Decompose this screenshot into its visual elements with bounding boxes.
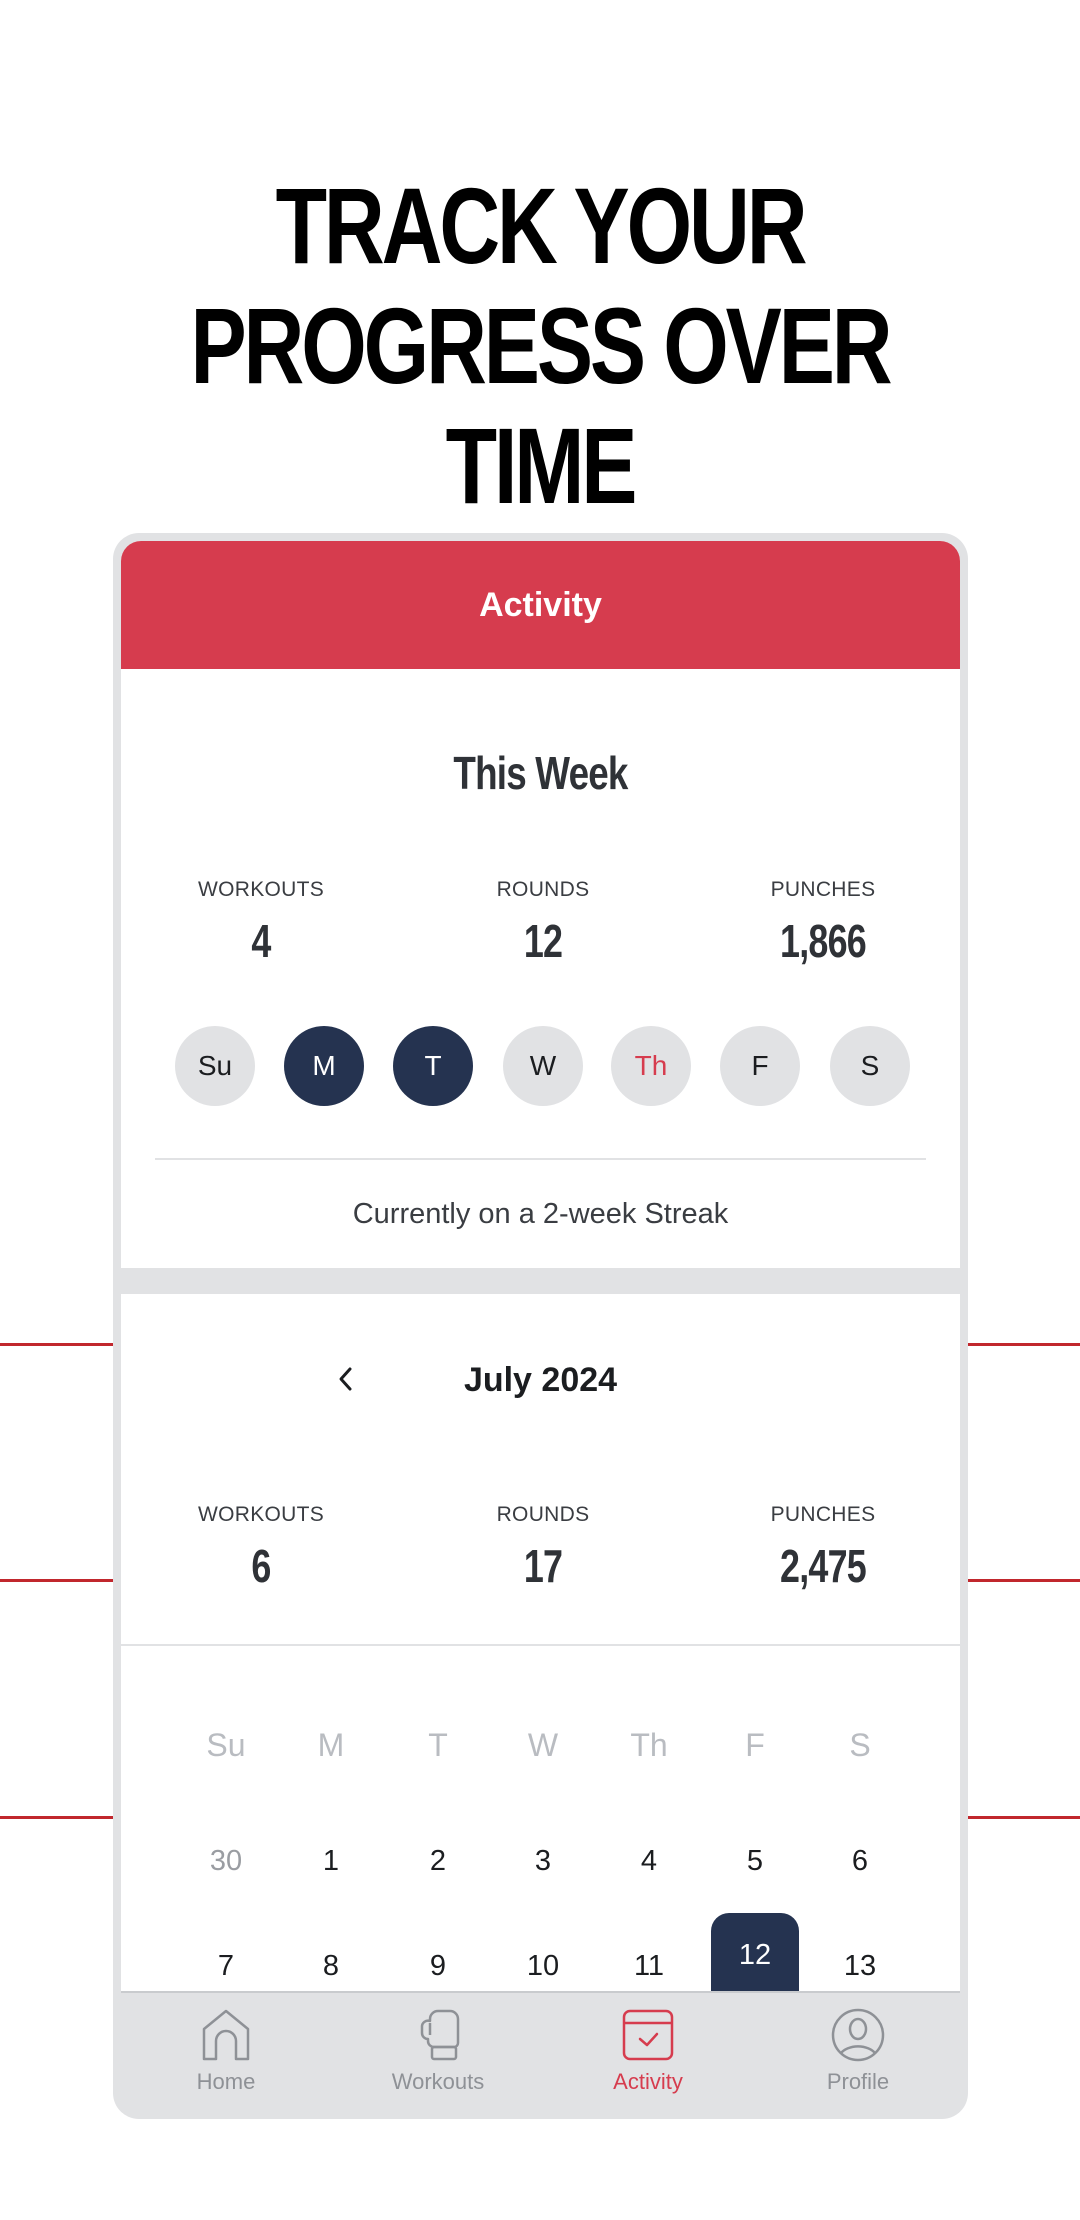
week-stat-label-workouts: WORKOUTS — [197, 878, 325, 901]
calendar-check-icon — [622, 2009, 674, 2061]
calendar-weekday-header: S — [849, 1727, 871, 1763]
week-stat-label-rounds: ROUNDS — [496, 878, 590, 901]
nav-profile[interactable]: Profile — [778, 2007, 938, 2103]
calendar-weekday-header: M — [317, 1727, 345, 1763]
week-day-4: Th — [611, 1026, 691, 1106]
app-header: Activity — [121, 541, 960, 669]
nav-label: Home — [196, 2069, 256, 2094]
calendar-day[interactable]: 30 — [182, 1822, 270, 1900]
this-week-title: This Week — [453, 747, 628, 799]
week-day-3: W — [503, 1026, 583, 1106]
week-day-6: S — [830, 1026, 910, 1106]
profile-icon — [831, 2008, 885, 2062]
week-divider — [155, 1158, 926, 1160]
calendar-day[interactable]: 3 — [499, 1822, 587, 1900]
calendar-day[interactable]: 6 — [816, 1822, 904, 1900]
week-stat-label-punches: PUNCHES — [770, 878, 876, 901]
week-stat-value-rounds: 12 — [523, 915, 563, 967]
app-screen: Activity This Week WORKOUTS ROUNDS PUNCH… — [121, 541, 960, 1991]
month-stat-value-punches: 2,475 — [780, 1540, 867, 1592]
calendar-day[interactable]: 5 — [711, 1822, 799, 1900]
week-day-5: F — [720, 1026, 800, 1106]
nav-label: Profile — [826, 2069, 890, 2094]
week-stat-value-workouts: 4 — [251, 915, 271, 967]
calendar-day[interactable]: 7 — [182, 1927, 270, 1991]
month-stat-label-rounds: ROUNDS — [496, 1503, 590, 1526]
decorative-line — [968, 1343, 1080, 1346]
decorative-line — [0, 1816, 113, 1819]
month-stat-label-workouts: WORKOUTS — [197, 1503, 325, 1526]
calendar-day[interactable]: 4 — [605, 1822, 693, 1900]
nav-home[interactable]: Home — [146, 2007, 306, 2103]
decorative-line — [968, 1816, 1080, 1819]
week-day-2: T — [393, 1026, 473, 1106]
calendar-day[interactable]: 9 — [394, 1927, 482, 1991]
month-divider — [121, 1644, 960, 1646]
calendar-day[interactable]: 11 — [605, 1927, 693, 1991]
decorative-line — [968, 1579, 1080, 1582]
week-stat-value-punches: 1,866 — [780, 915, 867, 967]
calendar-day[interactable]: 1 — [287, 1822, 375, 1900]
calendar-weekday-header: Su — [206, 1727, 246, 1763]
calendar-day[interactable]: 10 — [499, 1927, 587, 1991]
calendar-day[interactable]: 13 — [816, 1927, 904, 1991]
calendar-weekday-header: Th — [630, 1727, 668, 1763]
month-title: July 2024 — [463, 1361, 618, 1399]
month-stat-value-workouts: 6 — [251, 1540, 271, 1592]
nav-workouts[interactable]: Workouts — [358, 2007, 518, 2103]
calendar-day[interactable]: 2 — [394, 1822, 482, 1900]
bottom-nav: Home Workouts Activity Profile — [121, 1991, 960, 2113]
calendar-weekday-header: T — [428, 1727, 448, 1763]
nav-label: Activity — [613, 2069, 683, 2094]
calendar-day-selected[interactable]: 12 — [711, 1913, 799, 1991]
week-day-0: Su — [175, 1026, 255, 1106]
header-title: Activity — [479, 585, 602, 624]
decorative-line — [0, 1579, 113, 1582]
calendar-weekday-header: W — [527, 1727, 559, 1763]
calendar-weekday-header: F — [745, 1727, 765, 1763]
nav-label: Workouts — [391, 2069, 485, 2094]
calendar-day[interactable]: 8 — [287, 1927, 375, 1991]
promo-headline-line2: PROGRESS OVER TIME — [190, 285, 892, 526]
promo-headline-line1: TRACK YOUR — [275, 165, 808, 286]
month-stat-label-punches: PUNCHES — [770, 1503, 876, 1526]
nav-activity[interactable]: Activity — [568, 2007, 728, 2103]
boxing-glove-icon — [420, 2009, 460, 2061]
week-day-1: M — [284, 1026, 364, 1106]
month-stat-value-rounds: 17 — [523, 1540, 563, 1592]
streak-text: Currently on a 2-week Streak — [352, 1198, 729, 1230]
decorative-line — [0, 1343, 113, 1346]
phone-frame: Activity This Week WORKOUTS ROUNDS PUNCH… — [113, 533, 968, 2119]
home-icon — [202, 2009, 250, 2061]
section-separator — [121, 1268, 960, 1294]
